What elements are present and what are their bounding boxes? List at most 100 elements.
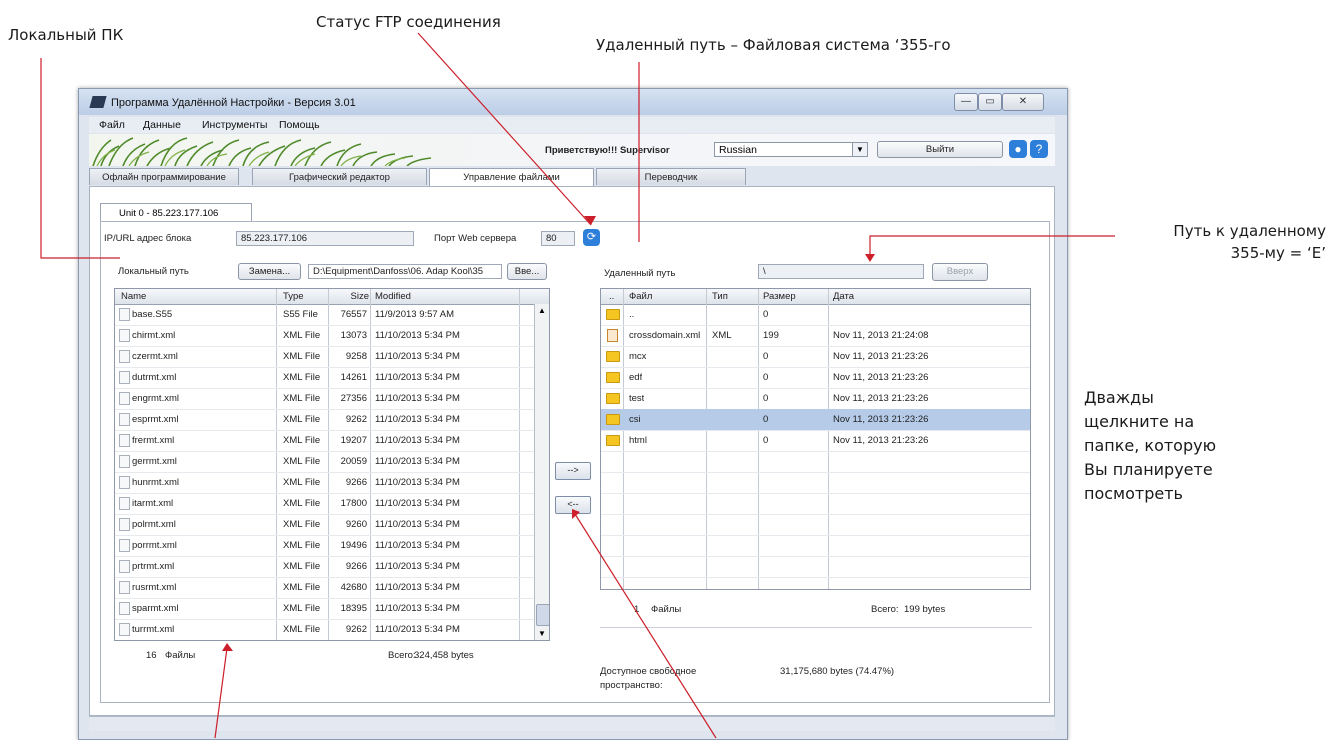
file-size: 18395 [340,603,367,614]
table-row[interactable]: porrmt.xml XML File 19496 11/10/2013 5:34 P… [115,535,534,557]
file-name: mcx [629,351,647,362]
table-row[interactable]: czermt.xml XML File 9258 11/10/2013 5:34 PM [115,346,534,368]
file-type: XML File [283,456,321,467]
file-date: Nov 11, 2013 21:23:26 [833,351,929,362]
local-up-button[interactable]: Вве... [507,263,547,280]
table-row[interactable]: engrmt.xml XML File 27356 11/10/2013 5:34 P… [115,388,534,410]
table-row[interactable]: html 0 Nov 11, 2013 21:23:26 [601,430,1030,452]
table-row[interactable]: rusrmt.xml XML File 42680 11/10/2013 5:34 P… [115,577,534,599]
table-row[interactable]: mcx 0 Nov 11, 2013 21:23:26 [601,346,1030,368]
port-field[interactable]: 80 [541,231,575,246]
folder-icon [606,435,620,446]
scroll-up-icon[interactable]: ▲ [538,306,546,315]
menu-tools[interactable]: Инструменты [202,119,267,131]
col-size-ru[interactable]: Размер [763,291,796,302]
col-type-ru[interactable]: Тип [712,291,728,302]
col-date[interactable]: Дата [833,291,854,302]
tab-offline-programming[interactable]: Офлайн программирование [89,168,239,185]
replace-button[interactable]: Замена... [238,263,301,280]
table-row[interactable]: dutrmt.xml XML File 14261 11/10/2013 5:34 P… [115,367,534,389]
table-row[interactable]: polrmt.xml XML File 9260 11/10/2013 5:34 PM [115,514,534,536]
chevron-down-icon[interactable]: ▼ [852,142,868,157]
col-modified[interactable]: Modified [375,291,411,302]
menu-help[interactable]: Помощь [279,119,320,131]
table-row[interactable]: itarmt.xml XML File 17800 11/10/2013 5:34 P… [115,493,534,515]
file-size: 19496 [340,540,367,551]
local-path-field[interactable]: D:\Equipment\Danfoss\06. Adap Kool\35 [308,264,502,279]
file-modified: 11/10/2013 5:34 PM [375,351,460,362]
remote-up-button[interactable]: Вверх [932,263,988,281]
file-date: Nov 11, 2013 21:23:26 [833,414,929,425]
file-modified: 11/9/2013 9:57 AM [375,309,455,320]
minimize-button[interactable]: — [954,93,978,111]
file-size: 0 [763,309,769,320]
file-modified: 11/10/2013 5:34 PM [375,456,460,467]
table-row[interactable]: turrmt.xml XML File 9262 11/10/2013 5:34 PM [115,619,534,640]
file-name: edf [629,372,643,383]
file-type: XML File [283,540,321,551]
person-icon[interactable]: ● [1009,140,1027,158]
file-size: 13073 [340,330,367,341]
table-row[interactable]: gerrmt.xml XML File 20059 11/10/2013 5:34 P… [115,451,534,473]
local-total-label: Всего: [388,650,416,661]
remote-path-field[interactable]: \ [758,264,924,279]
table-row[interactable]: test 0 Nov 11, 2013 21:23:26 [601,388,1030,410]
help-icon[interactable]: ? [1030,140,1048,158]
callout-double-click-line2: щелкните на [1084,412,1195,431]
callout-double-click-line1: Дважды [1084,388,1154,407]
folder-icon [606,393,620,404]
col-icon[interactable]: .. [609,291,614,302]
file-date: Nov 11, 2013 21:24:08 [833,330,929,341]
transfer-to-remote-button[interactable]: --> [555,462,591,480]
table-row[interactable]: crossdomain.xml XML 199 Nov 11, 2013 21:24:… [601,325,1030,347]
table-row[interactable]: chirmt.xml XML File 13073 11/10/2013 5:34 P… [115,325,534,347]
col-type[interactable]: Type [283,291,304,302]
title-bar: Программа Удалённой Настройки - Версия 3… [79,89,1067,115]
col-file[interactable]: Файл [629,291,652,302]
menu-file[interactable]: Файл [99,119,125,131]
file-size: 9266 [345,477,367,488]
refresh-icon[interactable]: ⟳ [583,229,600,246]
table-row[interactable]: base.S55 S55 File 76557 11/9/2013 9:57 AM [115,304,534,326]
table-row[interactable]: .. 0 [601,304,1030,326]
tab-graphic-editor[interactable]: Графический редактор [252,168,427,185]
file-icon [119,518,130,531]
file-name: chirmt.xml [132,330,176,341]
unit-tab[interactable]: Unit 0 - 85.223.177.106 [100,203,252,222]
tab-translator[interactable]: Переводчик [596,168,746,185]
local-scrollbar[interactable]: ▲ ▼ [534,304,549,640]
transfer-to-local-button[interactable]: <-- [555,496,591,514]
col-name[interactable]: Name [121,291,146,302]
empty-row [601,556,1030,578]
scroll-down-icon[interactable]: ▼ [538,629,546,638]
table-row[interactable]: csi 0 Nov 11, 2013 21:23:26 [601,409,1030,431]
window-title: Программа Удалённой Настройки - Версия 3… [111,97,356,109]
local-total-value: 324,458 bytes [414,650,474,661]
local-table-header: Name Type Size Modified [115,289,549,305]
file-size: 20059 [340,456,367,467]
table-row[interactable]: sparmt.xml XML File 18395 11/10/2013 5:34 P… [115,598,534,620]
table-row[interactable]: prtrmt.xml XML File 9266 11/10/2013 5:34 PM [115,556,534,578]
logout-button[interactable]: Выйти [877,141,1003,158]
menu-data[interactable]: Данные [143,119,181,131]
col-size[interactable]: Size [349,291,369,302]
close-button[interactable]: ✕ [1002,93,1044,111]
file-icon [119,602,130,615]
table-row[interactable]: frermt.xml XML File 19207 11/10/2013 5:34 P… [115,430,534,452]
scroll-thumb[interactable] [536,604,549,626]
file-size: 76557 [340,309,367,320]
language-select[interactable]: Russian [714,142,866,157]
file-size: 0 [763,372,769,383]
table-row[interactable]: edf 0 Nov 11, 2013 21:23:26 [601,367,1030,389]
table-row[interactable]: esprmt.xml XML File 9262 11/10/2013 5:34 PM [115,409,534,431]
file-type: XML File [283,372,321,383]
maximize-button[interactable]: ▭ [978,93,1002,111]
tab-file-management[interactable]: Управление файлами [429,168,594,187]
folder-icon [606,372,620,383]
callout-remote-path: Удаленный путь – Файловая система ‘355-г… [596,36,951,54]
file-modified: 11/10/2013 5:34 PM [375,414,460,425]
ip-field[interactable]: 85.223.177.106 [236,231,414,246]
file-type: XML File [283,351,321,362]
table-row[interactable]: hunrmt.xml XML File 9266 11/10/2013 5:34 PM [115,472,534,494]
file-name: base.S55 [132,309,173,320]
